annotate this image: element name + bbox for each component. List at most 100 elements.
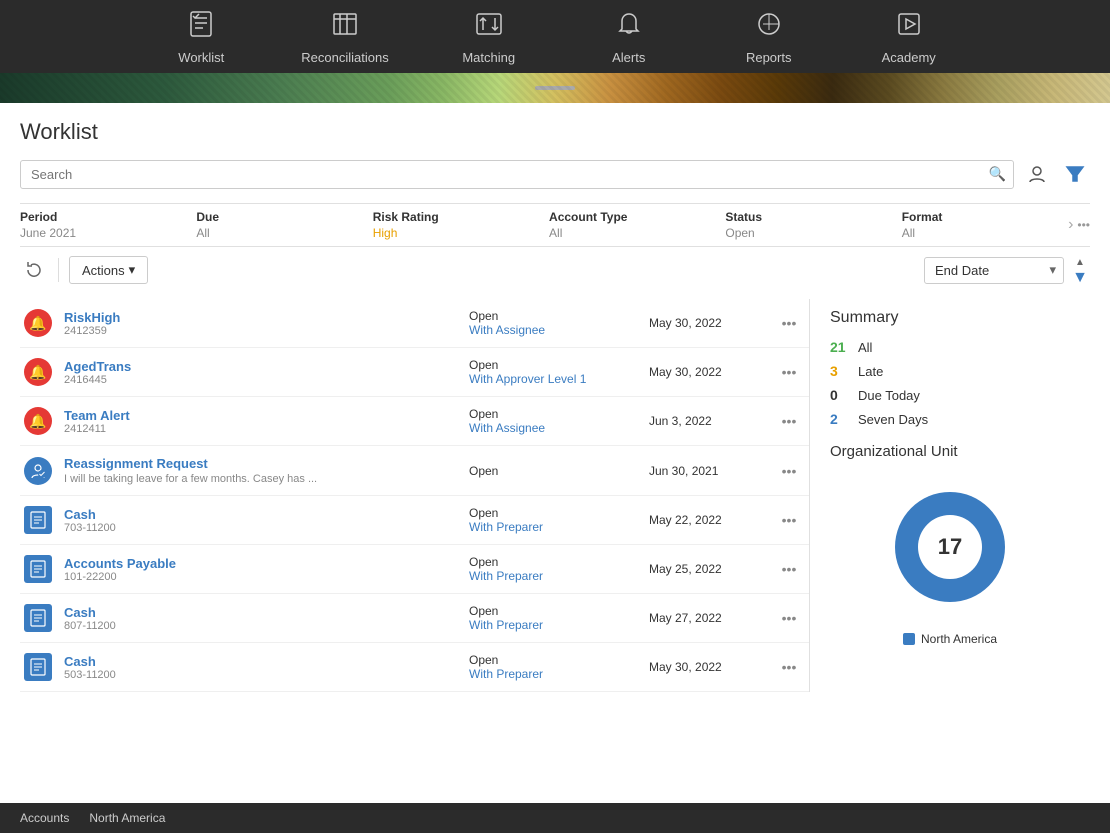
alerts-icon [615,10,643,44]
item-more-menu[interactable]: ••• [769,463,809,479]
actions-button[interactable]: Actions ▾ [69,256,148,284]
sort-ascending-button[interactable]: ▲ [1070,255,1090,269]
status-sub: With Preparer [469,520,649,534]
bottom-north-america-label: North America [89,811,165,825]
item-more-menu[interactable]: ••• [769,315,809,331]
summary-late-label: Late [858,364,883,379]
search-input-wrap: 🔍 [20,160,1014,189]
bottom-bar: Accounts North America [0,803,1110,833]
list-item[interactable]: 🔔 RiskHigh 2412359 Open With Assignee Ma… [20,299,809,348]
alert-bell-icon: 🔔 [24,407,52,435]
filter-due[interactable]: Due All [186,210,362,240]
filter-status-label: Status [725,210,881,224]
item-icon-ap [20,555,56,583]
search-icon[interactable]: 🔍 [989,166,1006,183]
item-info-ap: Accounts Payable 101-22200 [56,556,469,583]
alert-bell-icon: 🔔 [24,358,52,386]
item-date: May 25, 2022 [649,562,769,576]
item-more-menu[interactable]: ••• [769,561,809,577]
status-text: Open [469,309,649,323]
item-more-menu[interactable]: ••• [769,364,809,380]
filter-period[interactable]: Period June 2021 [20,210,186,240]
item-more-menu[interactable]: ••• [769,610,809,626]
list-item[interactable]: Cash 807-11200 Open With Preparer May 27… [20,594,809,643]
filter-format-value: All [902,226,1058,240]
nav-worklist-label: Worklist [178,50,224,65]
actions-dropdown-icon: ▾ [129,262,136,278]
item-name: RiskHigh [64,310,461,325]
item-more-menu[interactable]: ••• [769,512,809,528]
item-more-menu[interactable]: ••• [769,413,809,429]
item-icon-riskhigh: 🔔 [20,309,56,337]
filter-status-value: Open [725,226,881,240]
banner-drag-handle[interactable] [535,86,575,90]
nav-reports[interactable]: Reports [729,10,809,65]
toolbar-right: End Date Start Date Account Name Risk Ra… [924,255,1090,285]
filter-format[interactable]: Format All [892,210,1068,240]
nav-worklist[interactable]: Worklist [161,10,241,65]
sort-descending-button[interactable]: ▼ [1070,271,1090,285]
filter-risk[interactable]: Risk Rating High [363,210,539,240]
nav-reconciliations[interactable]: Reconciliations [301,10,388,65]
list-item[interactable]: Cash 503-11200 Open With Preparer May 30… [20,643,809,692]
sort-direction-buttons: ▲ ▼ [1070,255,1090,285]
summary-all[interactable]: 21 All [830,339,1070,355]
donut-center-value: 17 [938,534,962,560]
item-status: Open With Preparer [469,604,649,632]
summary-due-today[interactable]: 0 Due Today [830,387,1070,403]
item-more-menu[interactable]: ••• [769,659,809,675]
filter-due-value: All [196,226,352,240]
nav-academy[interactable]: Academy [869,10,949,65]
filter-period-value: June 2021 [20,226,176,240]
nav-matching[interactable]: Matching [449,10,529,65]
actions-label: Actions [82,263,125,278]
summary-seven-days[interactable]: 2 Seven Days [830,411,1070,427]
document-icon [24,506,52,534]
item-date: Jun 3, 2022 [649,414,769,428]
item-id: 703-11200 [64,522,461,534]
nav-alerts[interactable]: Alerts [589,10,669,65]
main-content: Worklist 🔍 Period June 2021 Due All [0,103,1110,803]
list-item[interactable]: 🔔 AgedTrans 2416445 Open With Approver L… [20,348,809,397]
donut-chart-wrap: 17 North America [830,472,1070,646]
status-sub: With Preparer [469,667,649,681]
toolbar-left: Actions ▾ [20,256,148,284]
donut-chart: 17 [875,472,1025,622]
list-item[interactable]: Accounts Payable 101-22200 Open With Pre… [20,545,809,594]
summary-seven-days-label: Seven Days [858,412,928,427]
nav-matching-label: Matching [462,50,515,65]
reconciliations-icon [331,10,359,44]
status-text: Open [469,555,649,569]
item-date: May 30, 2022 [649,660,769,674]
list-item[interactable]: Cash 703-11200 Open With Preparer May 22… [20,496,809,545]
filter-status[interactable]: Status Open [715,210,891,240]
nav-academy-label: Academy [882,50,936,65]
sort-select[interactable]: End Date Start Date Account Name Risk Ra… [924,257,1064,284]
status-sub: With Assignee [469,323,649,337]
filter-more-button[interactable]: › ••• [1068,216,1090,234]
status-sub: With Approver Level 1 [469,372,649,386]
alert-bell-icon: 🔔 [24,309,52,337]
list-item[interactable]: Reassignment Request I will be taking le… [20,446,809,496]
item-icon-agedtrans: 🔔 [20,358,56,386]
status-sub: With Assignee [469,421,649,435]
refresh-button[interactable] [20,256,48,284]
list-item[interactable]: 🔔 Team Alert 2412411 Open With Assignee … [20,397,809,446]
item-status: Open With Assignee [469,407,649,435]
user-filter-icon[interactable] [1022,159,1052,189]
filter-icon[interactable] [1060,159,1090,189]
page-title: Worklist [20,119,1090,145]
document-icon [24,604,52,632]
status-sub: With Preparer [469,618,649,632]
filter-account-type[interactable]: Account Type All [539,210,715,240]
status-text: Open [469,506,649,520]
search-input[interactable] [20,160,1014,189]
item-status: Open With Preparer [469,653,649,681]
summary-seven-days-count: 2 [830,411,850,427]
summary-late[interactable]: 3 Late [830,363,1070,379]
worklist-scroll-area[interactable]: 🔔 RiskHigh 2412359 Open With Assignee Ma… [20,299,809,692]
item-info-cash2: Cash 807-11200 [56,605,469,632]
filter-row: Period June 2021 Due All Risk Rating Hig… [20,203,1090,247]
item-info-agedtrans: AgedTrans 2416445 [56,359,469,386]
item-info-teamalert: Team Alert 2412411 [56,408,469,435]
